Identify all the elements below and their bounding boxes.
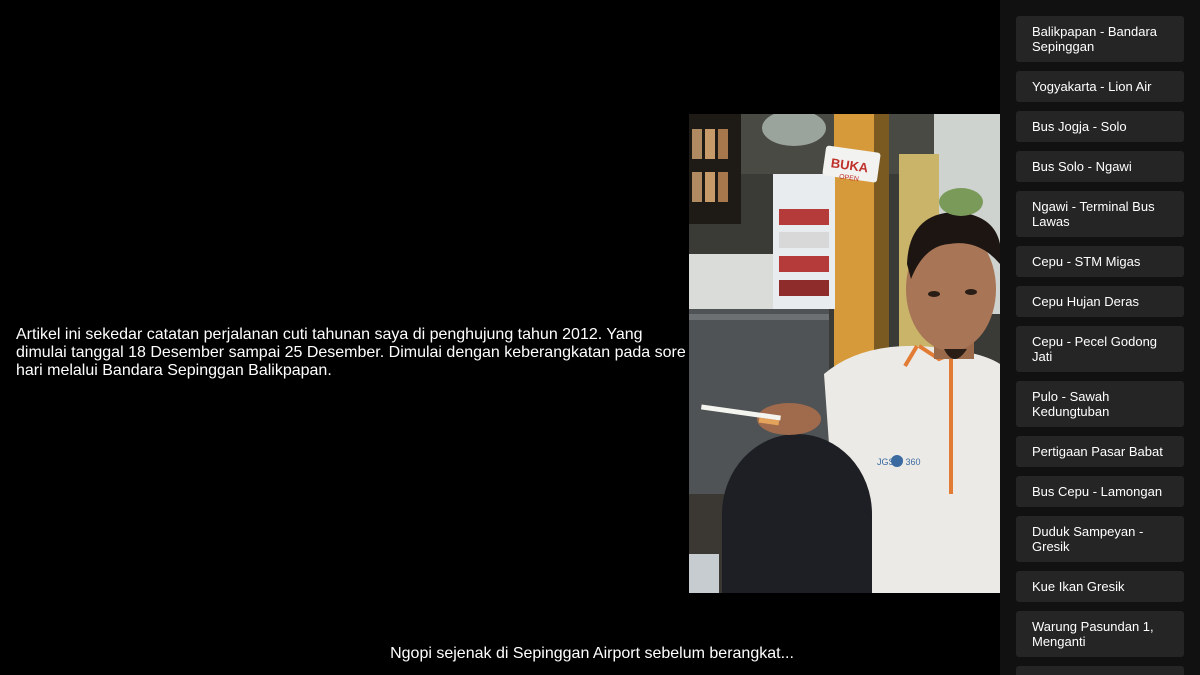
sidebar-item-duduk-sampeyan-gresik[interactable]: Duduk Sampeyan - Gresik bbox=[1016, 516, 1184, 562]
sidebar-item-bus-cepu-lamongan[interactable]: Bus Cepu - Lamongan bbox=[1016, 476, 1184, 507]
sidebar-nav: Balikpapan - Bandara Sepinggan Yogyakart… bbox=[1000, 0, 1200, 675]
photo-shirt-logo: JGSW 360 bbox=[877, 457, 921, 467]
slide-area: Artikel ini sekedar catatan perjalanan c… bbox=[0, 0, 1000, 675]
article-intro-text: Artikel ini sekedar catatan perjalanan c… bbox=[16, 326, 686, 379]
sidebar-item-warung-pasundan-menganti[interactable]: Warung Pasundan 1, Menganti bbox=[1016, 611, 1184, 657]
sidebar-item-cepu-stm-migas[interactable]: Cepu - STM Migas bbox=[1016, 246, 1184, 277]
sidebar-item-yogyakarta-lion-air[interactable]: Yogyakarta - Lion Air bbox=[1016, 71, 1184, 102]
photo-caption: Ngopi sejenak di Sepinggan Airport sebel… bbox=[390, 645, 794, 662]
sidebar-item-bus-jogja-solo[interactable]: Bus Jogja - Solo bbox=[1016, 111, 1184, 142]
sidebar-item-padepokan-icik-icik[interactable]: Padepokan Icik-Icik bbox=[1016, 666, 1184, 675]
sidebar-item-kue-ikan-gresik[interactable]: Kue Ikan Gresik bbox=[1016, 571, 1184, 602]
sidebar-item-bus-solo-ngawi[interactable]: Bus Solo - Ngawi bbox=[1016, 151, 1184, 182]
sidebar-item-pertigaan-pasar-babat[interactable]: Pertigaan Pasar Babat bbox=[1016, 436, 1184, 467]
sidebar-item-pulo-sawah-kedungtuban[interactable]: Pulo - Sawah Kedungtuban bbox=[1016, 381, 1184, 427]
sidebar-item-cepu-pecel-godong-jati[interactable]: Cepu - Pecel Godong Jati bbox=[1016, 326, 1184, 372]
sidebar-item-ngawi-terminal-bus-lawas[interactable]: Ngawi - Terminal Bus Lawas bbox=[1016, 191, 1184, 237]
sidebar-item-balikpapan-bandara-sepinggan[interactable]: Balikpapan - Bandara Sepinggan bbox=[1016, 16, 1184, 62]
slide-photo[interactable]: BUKA OPEN JGSW 360 bbox=[689, 114, 1000, 593]
sidebar-list: Balikpapan - Bandara Sepinggan Yogyakart… bbox=[1000, 0, 1200, 675]
photo-illustration: BUKA OPEN JGSW 360 bbox=[689, 114, 1000, 593]
sidebar-item-cepu-hujan-deras[interactable]: Cepu Hujan Deras bbox=[1016, 286, 1184, 317]
